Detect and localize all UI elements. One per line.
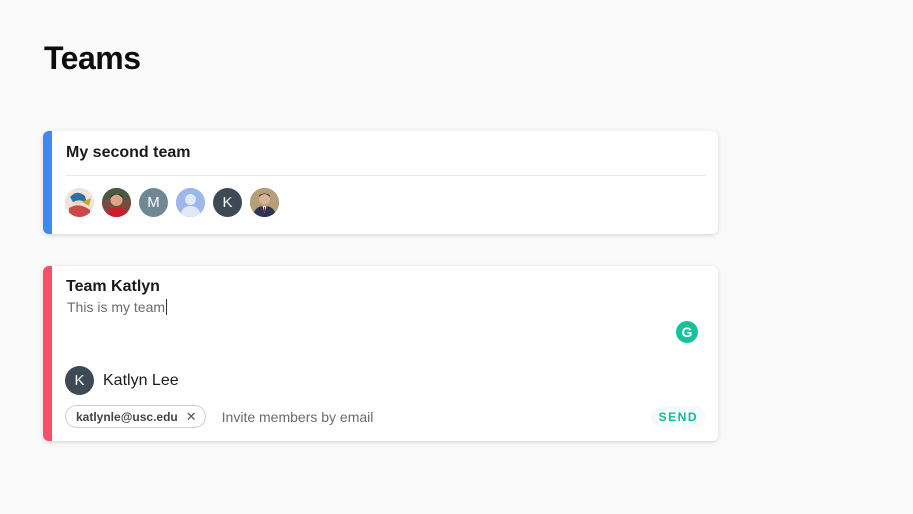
avatar-initial: K [222,194,233,211]
close-icon[interactable]: ✕ [186,409,197,425]
team-name: My second team [66,144,191,161]
team-color-stripe [43,266,52,441]
avatar[interactable]: M [139,188,168,217]
grammarly-icon[interactable]: G [676,321,698,343]
page-title: Teams [44,40,141,76]
team-description-text: This is my team [67,299,166,315]
avatar[interactable] [102,188,131,217]
team-card-team-katlyn[interactable]: Team Katlyn This is my team G K Katlyn L… [43,266,718,441]
avatar: K [65,366,94,395]
avatar-initial: M [147,194,160,211]
person-silhouette-icon [176,188,205,217]
team-member-avatars: M K [65,188,279,217]
anime-character-photo [65,188,94,217]
member-name: Katlyn Lee [103,371,179,389]
man-suit-photo [250,188,279,217]
text-cursor [166,299,168,315]
send-button[interactable]: SEND [650,405,706,428]
team-member: K Katlyn Lee [65,366,179,395]
avatar[interactable] [65,188,94,217]
avatar-initial: K [74,372,85,389]
invite-row: katlynle@usc.edu ✕ SEND [65,404,706,429]
team-name: Team Katlyn [66,278,160,295]
email-chip-label: katlynle@usc.edu [76,409,178,424]
team-card-my-second-team[interactable]: My second team M K [43,131,718,234]
man-red-shirt-photo [102,188,131,217]
invite-email-input[interactable] [221,406,651,427]
avatar[interactable]: K [213,188,242,217]
divider [66,175,706,176]
team-color-stripe [43,131,52,234]
avatar[interactable] [250,188,279,217]
avatar[interactable] [176,188,205,217]
team-description[interactable]: This is my team [67,299,168,315]
email-chip: katlynle@usc.edu ✕ [65,405,206,428]
